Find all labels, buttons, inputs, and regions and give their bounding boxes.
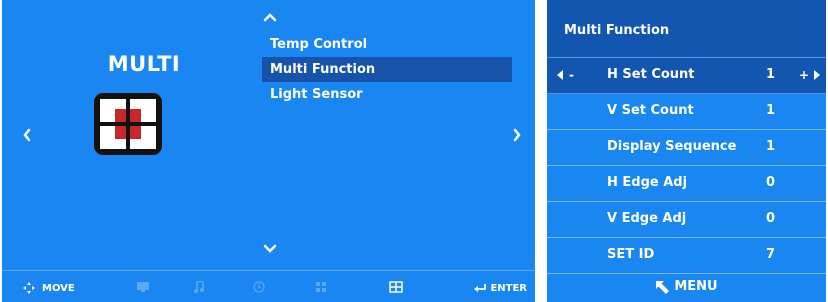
menu-item-temp-control[interactable]: Temp Control bbox=[262, 32, 512, 57]
music-icon[interactable] bbox=[192, 281, 206, 293]
menu-item-light-sensor[interactable]: Light Sensor bbox=[262, 82, 512, 107]
multi-category-icon[interactable] bbox=[389, 281, 403, 293]
setting-row-v-set-count[interactable]: V Set Count 1 bbox=[547, 94, 826, 130]
multi-screen-icon bbox=[94, 93, 162, 155]
setting-name: H Edge Adj bbox=[607, 175, 688, 190]
category-view: MULTI Temp Control Multi Function Light … bbox=[2, 0, 535, 268]
decrease-control[interactable]: - bbox=[557, 68, 574, 82]
grid-icon[interactable] bbox=[314, 281, 328, 293]
setting-value: 0 bbox=[766, 175, 776, 190]
menu-item-multi-function[interactable]: Multi Function bbox=[262, 57, 512, 82]
scroll-up-arrow-icon[interactable] bbox=[263, 12, 277, 22]
next-category-arrow-icon[interactable] bbox=[512, 128, 522, 142]
setting-value: 1 bbox=[766, 139, 776, 154]
multi-function-settings-panel: Multi Function - H Set Count 1 + V Set C… bbox=[547, 0, 826, 302]
decrease-label: - bbox=[569, 68, 574, 82]
enter-hint: ENTER bbox=[473, 280, 527, 296]
osd-category-panel: MULTI Temp Control Multi Function Light … bbox=[2, 0, 535, 302]
setting-value: 7 bbox=[766, 247, 776, 262]
menu-label: MENU bbox=[674, 279, 718, 294]
setting-row-h-edge-adj[interactable]: H Edge Adj 0 bbox=[547, 166, 826, 202]
right-triangle-icon bbox=[814, 70, 821, 80]
increase-control[interactable]: + bbox=[799, 68, 821, 82]
increase-label: + bbox=[799, 68, 810, 82]
monitor-icon[interactable] bbox=[136, 281, 150, 293]
setting-row-set-id[interactable]: SET ID 7 bbox=[547, 238, 826, 274]
panel-title: Multi Function bbox=[547, 0, 826, 58]
setting-name: Display Sequence bbox=[607, 139, 737, 154]
menu-return-button[interactable]: MENU bbox=[547, 271, 826, 302]
left-triangle-icon bbox=[557, 70, 563, 80]
setting-name: V Set Count bbox=[607, 103, 694, 118]
enter-arrow-icon bbox=[474, 284, 487, 292]
move-label: MOVE bbox=[42, 282, 75, 294]
previous-category-arrow-icon[interactable] bbox=[22, 128, 32, 142]
setting-row-display-sequence[interactable]: Display Sequence 1 bbox=[547, 130, 826, 166]
setting-value: 0 bbox=[766, 211, 776, 226]
setting-row-v-edge-adj[interactable]: V Edge Adj 0 bbox=[547, 202, 826, 238]
setting-row-h-set-count[interactable]: - H Set Count 1 + bbox=[547, 58, 826, 94]
move-arrows-icon bbox=[23, 282, 35, 294]
enter-label: ENTER bbox=[490, 282, 527, 294]
osd-bottom-bar: MOVE ENTER bbox=[2, 270, 535, 302]
setting-name: H Set Count bbox=[607, 67, 695, 82]
scroll-down-arrow-icon[interactable] bbox=[263, 244, 277, 254]
setting-name: SET ID bbox=[607, 247, 655, 262]
setting-value: 1 bbox=[766, 67, 776, 82]
function-menu-list: Temp Control Multi Function Light Sensor bbox=[262, 32, 512, 107]
clock-icon[interactable] bbox=[252, 281, 266, 293]
setting-name: V Edge Adj bbox=[607, 211, 687, 226]
category-title: MULTI bbox=[107, 52, 181, 76]
setting-value: 1 bbox=[766, 103, 776, 118]
return-arrow-icon bbox=[656, 280, 670, 294]
move-hint: MOVE bbox=[22, 280, 75, 296]
